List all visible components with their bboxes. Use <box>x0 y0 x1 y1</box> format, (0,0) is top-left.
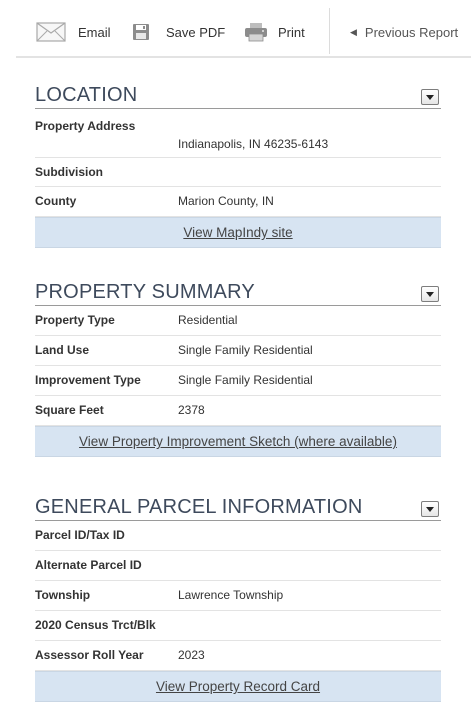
alternate-parcel-id-row: Alternate Parcel ID <box>35 551 441 581</box>
envelope-icon <box>36 22 66 42</box>
row-value: Indianapolis, IN 46235-6143 <box>178 137 329 151</box>
row-value: Single Family Residential <box>178 373 313 387</box>
property-summary-section: PROPERTY SUMMARY Property Type Residenti… <box>35 277 441 457</box>
row-label: Township <box>35 588 91 602</box>
row-label: County <box>35 194 77 208</box>
location-section: LOCATION Property Address Indianapolis, … <box>35 80 441 248</box>
parcel-id-row: Parcel ID/Tax ID <box>35 521 441 551</box>
property-summary-header: PROPERTY SUMMARY <box>35 277 441 306</box>
improvement-type-row: Improvement Type Single Family Residenti… <box>35 366 441 396</box>
assessor-roll-year-row: Assessor Roll Year 2023 <box>35 641 441 671</box>
row-label: 2020 Census Trct/Blk <box>35 618 156 632</box>
view-property-record-card-link[interactable]: View Property Record Card <box>156 679 320 694</box>
chevron-down-icon <box>426 291 434 297</box>
caret-left-icon: ◀ <box>350 26 357 37</box>
chevron-down-icon <box>426 506 434 512</box>
row-value: Single Family Residential <box>178 343 313 357</box>
property-address-row: Property Address Indianapolis, IN 46235-… <box>35 109 441 158</box>
previous-report-label: Previous Report <box>364 24 459 40</box>
township-row: Township Lawrence Township <box>35 581 441 611</box>
mapindy-action-bar: View MapIndy site <box>35 217 441 248</box>
row-label: Land Use <box>35 343 90 357</box>
report-toolbar: Email Save PDF Print ◀ Previous Report <box>16 8 471 58</box>
email-button[interactable]: Email <box>36 8 111 56</box>
row-value: Marion County, IN <box>178 194 274 208</box>
census-tract-row: 2020 Census Trct/Blk <box>35 611 441 641</box>
row-value: Residential <box>178 313 238 327</box>
print-label: Print <box>278 24 305 40</box>
collapse-toggle-button[interactable] <box>421 286 439 302</box>
save-pdf-button[interactable]: Save PDF <box>132 8 225 56</box>
row-label: Property Type <box>35 313 115 327</box>
subdivision-row: Subdivision <box>35 158 441 187</box>
county-row: County Marion County, IN <box>35 187 441 217</box>
general-parcel-header: GENERAL PARCEL INFORMATION <box>35 492 441 521</box>
location-header: LOCATION <box>35 80 441 109</box>
view-improvement-sketch-link[interactable]: View Property Improvement Sketch (where … <box>79 434 397 449</box>
land-use-row: Land Use Single Family Residential <box>35 336 441 366</box>
previous-report-button[interactable]: ◀ Previous Report <box>350 8 458 56</box>
section-title: LOCATION <box>35 84 138 106</box>
row-value: 2378 <box>178 403 205 417</box>
row-label: Improvement Type <box>35 373 141 387</box>
row-label: Alternate Parcel ID <box>35 558 142 572</box>
row-label: Property Address <box>35 119 136 133</box>
floppy-disk-icon <box>132 23 150 41</box>
section-title: PROPERTY SUMMARY <box>35 281 255 303</box>
toolbar-divider <box>329 8 330 54</box>
property-type-row: Property Type Residential <box>35 306 441 336</box>
collapse-toggle-button[interactable] <box>421 501 439 517</box>
row-label: Square Feet <box>35 403 104 417</box>
section-title: GENERAL PARCEL INFORMATION <box>35 496 363 518</box>
view-mapindy-link[interactable]: View MapIndy site <box>183 225 292 240</box>
collapse-toggle-button[interactable] <box>421 89 439 105</box>
save-pdf-label: Save PDF <box>166 24 226 40</box>
email-label: Email <box>78 24 111 40</box>
row-label: Assessor Roll Year <box>35 648 144 662</box>
chevron-down-icon <box>426 94 434 100</box>
square-feet-row: Square Feet 2378 <box>35 396 441 426</box>
row-value: Lawrence Township <box>178 588 284 602</box>
printer-icon <box>244 22 268 42</box>
record-card-action-bar: View Property Record Card <box>35 671 441 702</box>
row-label: Subdivision <box>35 165 104 179</box>
general-parcel-section: GENERAL PARCEL INFORMATION Parcel ID/Tax… <box>35 492 441 702</box>
row-value: 2023 <box>178 648 205 662</box>
print-button[interactable]: Print <box>244 8 305 56</box>
row-label: Parcel ID/Tax ID <box>35 528 125 542</box>
sketch-action-bar: View Property Improvement Sketch (where … <box>35 426 441 457</box>
